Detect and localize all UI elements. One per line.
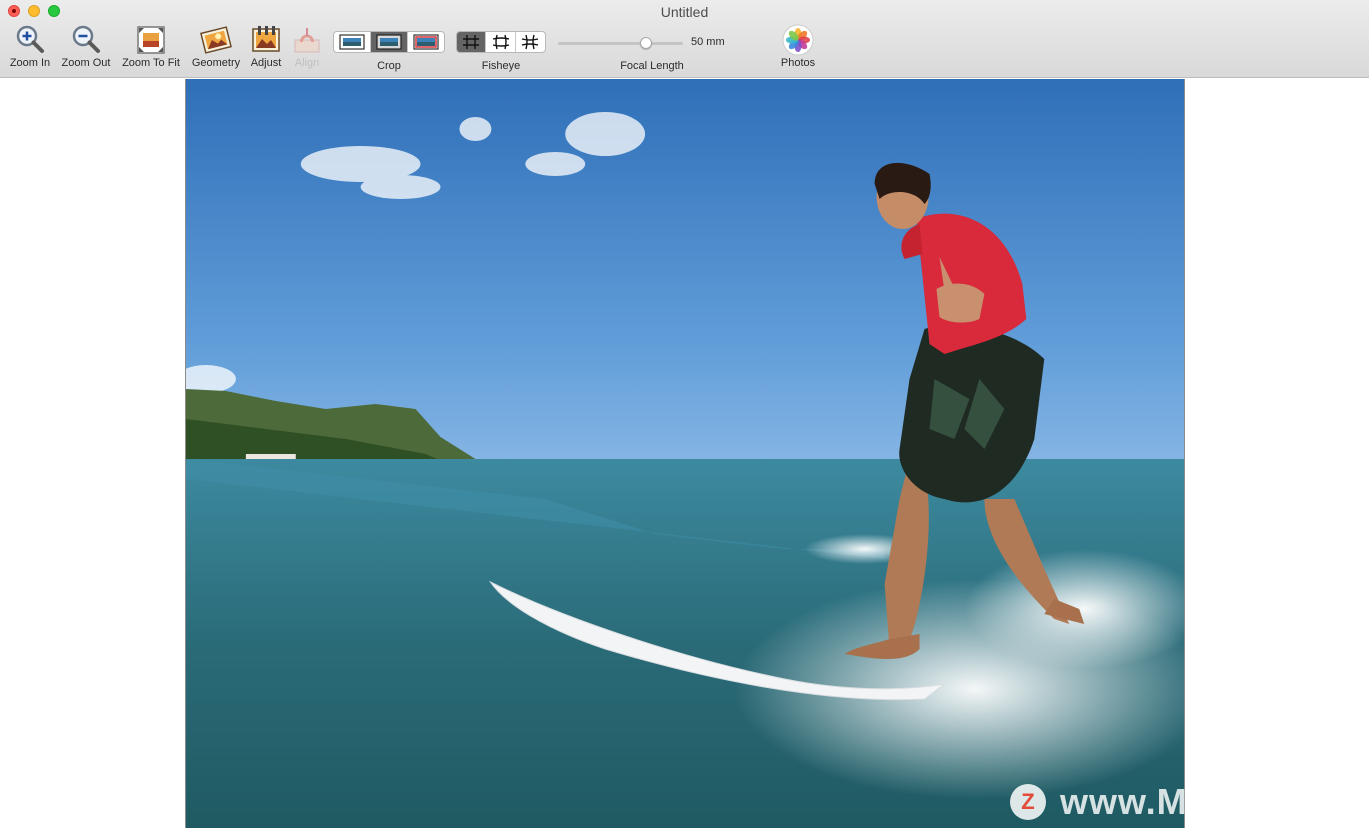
crop-option-2[interactable]: [371, 32, 408, 52]
watermark-text: www.MacZ.com: [1060, 781, 1341, 822]
align-label: Align: [294, 57, 320, 69]
window-title: Untitled: [660, 4, 709, 20]
focal-length-slider-track[interactable]: [558, 42, 683, 45]
photos-app-icon: [782, 24, 814, 56]
fisheye-option-2[interactable]: [486, 32, 516, 52]
fit-to-window-icon: [137, 26, 165, 54]
fisheye-segmented-control: [456, 31, 546, 53]
geometry-label: Geometry: [191, 57, 241, 69]
zoom-to-fit-button[interactable]: Zoom To Fit: [118, 24, 184, 69]
crop-frame-icon: [339, 34, 365, 50]
crop-label: Crop: [377, 60, 401, 72]
photos-label: Photos: [780, 57, 816, 69]
pincushion-grid-icon: [522, 34, 539, 50]
align-icon: [294, 28, 320, 53]
surfer-photo: [186, 79, 1184, 828]
crop-option-1[interactable]: [334, 32, 371, 52]
fisheye-option-3[interactable]: [516, 32, 545, 52]
crop-frame-selected-icon: [376, 34, 402, 50]
crop-option-3[interactable]: [408, 32, 444, 52]
grid-icon: [463, 35, 480, 49]
photos-button[interactable]: Photos: [776, 24, 820, 69]
watermark: Z www.MacZ.com: [1010, 781, 1341, 823]
title-bar: Untitled Zoom In Zoom Out Zoom To Fit Ge…: [0, 0, 1369, 78]
zoom-to-fit-label: Zoom To Fit: [122, 57, 180, 69]
focal-length-value: 50 mm: [691, 36, 725, 48]
focal-length-label: Focal Length: [620, 60, 684, 72]
adjust-button[interactable]: Adjust: [246, 24, 286, 69]
crop-frame-red-icon: [413, 34, 439, 50]
zoom-out-button[interactable]: Zoom Out: [58, 24, 114, 69]
adjust-label: Adjust: [250, 57, 282, 69]
fisheye-label: Fisheye: [481, 60, 521, 72]
fisheye-option-1[interactable]: [457, 32, 487, 52]
barrel-grid-icon: [492, 34, 509, 50]
geometry-icon: [200, 26, 232, 54]
align-button[interactable]: Align: [288, 24, 326, 69]
zoom-in-label: Zoom In: [9, 57, 51, 69]
focal-length-slider-knob[interactable]: [639, 37, 652, 49]
zoom-out-label: Zoom Out: [61, 57, 111, 69]
adjust-icon: [252, 26, 280, 52]
zoom-in-button[interactable]: Zoom In: [6, 24, 54, 69]
watermark-badge-letter: Z: [1021, 789, 1035, 814]
magnifier-minus-icon: [72, 25, 100, 53]
crop-segmented-control: [333, 31, 445, 53]
geometry-button[interactable]: Geometry: [188, 24, 244, 69]
image-canvas[interactable]: [185, 79, 1185, 828]
magnifier-plus-icon: [16, 25, 44, 53]
watermark-logo-icon: Z: [1010, 784, 1046, 820]
